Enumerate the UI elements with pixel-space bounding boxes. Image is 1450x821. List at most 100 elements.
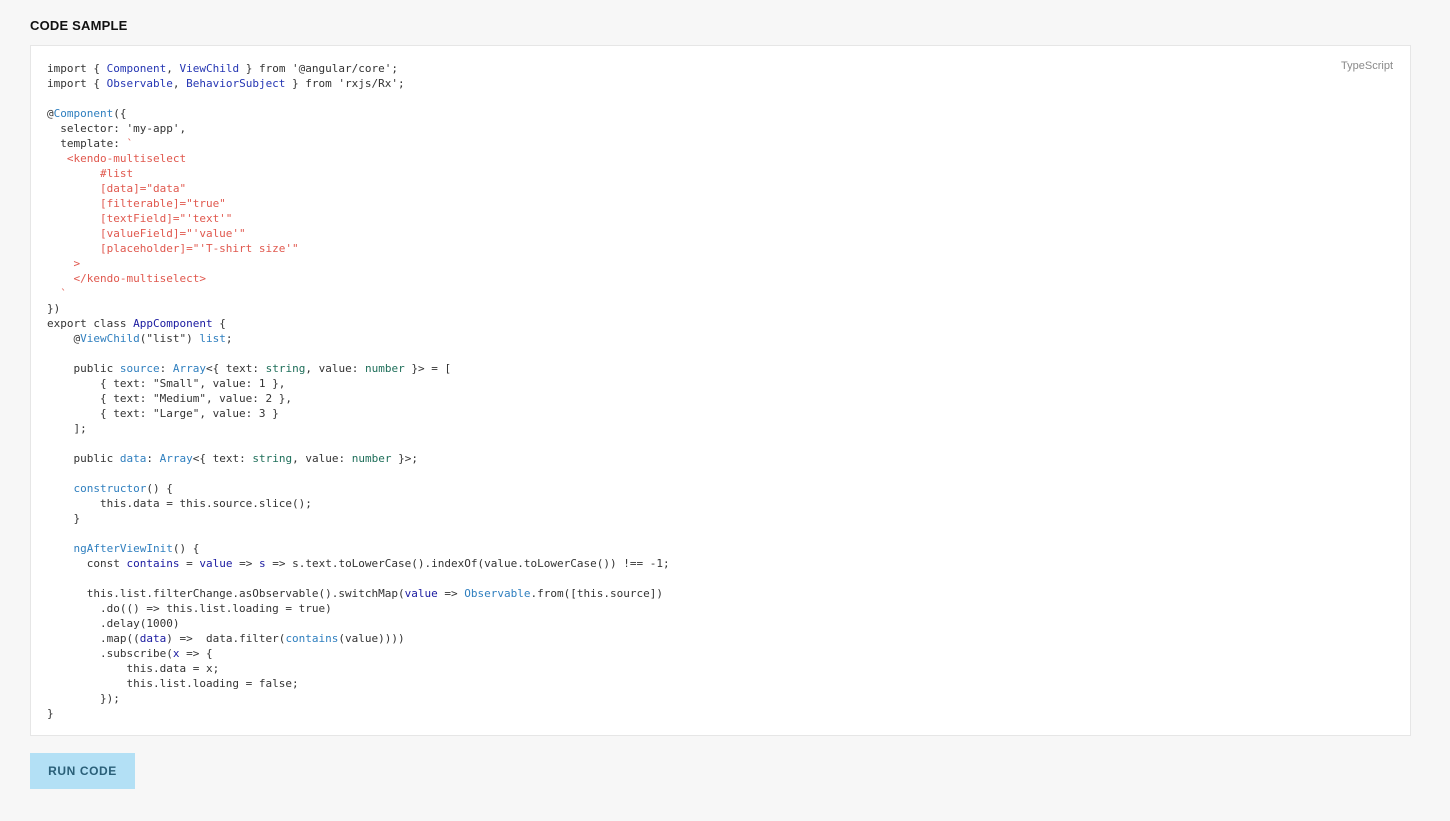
code-token: });	[47, 692, 120, 705]
code-token: { text: "Small", value: 1 },	[47, 377, 286, 390]
code-token: value	[199, 557, 233, 570]
code-token: {	[212, 317, 226, 330]
code-token: Array	[159, 452, 193, 465]
code-token: this.data = x;	[47, 662, 220, 675]
code-token: s	[258, 557, 266, 570]
code-token: [filterable]="true"	[47, 197, 226, 210]
code-token: const	[47, 557, 127, 570]
code-token: #list	[47, 167, 134, 180]
code-token: =>	[437, 587, 465, 600]
code-token: Component	[53, 107, 114, 120]
code-line: [data]="data"	[47, 181, 670, 196]
code-line: this.data = x;	[47, 661, 670, 676]
code-line: this.list.loading = false;	[47, 676, 670, 691]
code-token: }>;	[391, 452, 418, 465]
code-token: number	[351, 452, 392, 465]
code-line: { text: "Medium", value: 2 },	[47, 391, 670, 406]
code-line: .do(() => this.list.loading = true)	[47, 601, 670, 616]
code-token: `	[47, 287, 67, 300]
code-token: ;	[225, 332, 233, 345]
code-token: number	[364, 362, 405, 375]
code-token: source	[119, 362, 160, 375]
code-token: selector: 'my-app',	[47, 122, 187, 135]
code-token: value	[404, 587, 438, 600]
code-line: ];	[47, 421, 670, 436]
code-line: { text: "Small", value: 1 },	[47, 376, 670, 391]
code-token: ,	[166, 62, 180, 75]
code-token: [placeholder]="'T-shirt size'"	[47, 242, 299, 255]
code-line: .map((data) => data.filter(contains(valu…	[47, 631, 670, 646]
code-token: constructor	[73, 482, 147, 495]
code-panel: TypeScript import { Component, ViewChild…	[30, 45, 1411, 736]
code-line: >	[47, 256, 670, 271]
code-token: } from '@angular/core';	[239, 62, 399, 75]
code-line: </kendo-multiselect>	[47, 271, 670, 286]
code-token: ("list")	[139, 332, 200, 345]
code-token: public	[47, 452, 120, 465]
run-code-button[interactable]: RUN CODE	[30, 753, 135, 789]
code-token: </kendo-multiselect>	[47, 272, 206, 285]
code-line: import { Observable, BehaviorSubject } f…	[47, 76, 670, 91]
code-token: =	[179, 557, 200, 570]
code-line: public source: Array<{ text: string, val…	[47, 361, 670, 376]
code-line: [filterable]="true"	[47, 196, 670, 211]
section-title: CODE SAMPLE	[30, 18, 128, 33]
code-token: ({	[113, 107, 127, 120]
code-line: [valueField]="'value'"	[47, 226, 670, 241]
code-line: }	[47, 706, 670, 721]
code-token: string	[252, 452, 293, 465]
code-token: , value:	[305, 362, 365, 375]
code-token: })	[47, 302, 61, 315]
code-token: public	[47, 362, 120, 375]
code-token: Component	[106, 62, 167, 75]
code-token: <{ text:	[205, 362, 266, 375]
code-token: ,	[172, 77, 187, 90]
code-line: { text: "Large", value: 3 }	[47, 406, 670, 421]
code-token: AppComponent	[133, 317, 213, 330]
code-token: contains	[285, 632, 339, 645]
code-line: const contains = value => s => s.text.to…	[47, 556, 670, 571]
code-token: Observable	[464, 587, 531, 600]
code-token: =>	[232, 557, 259, 570]
code-token: .subscribe(	[47, 647, 173, 660]
code-token: this.list.loading = false;	[47, 677, 299, 690]
code-token: import {	[47, 62, 107, 75]
code-token: .do(() => this.list.loading = true)	[47, 602, 332, 615]
code-token: template:	[47, 137, 127, 150]
code-token: ViewChild	[179, 62, 240, 75]
code-line: this.data = this.source.slice();	[47, 496, 670, 511]
code-token: this.list.filterChange.asObservable().sw…	[47, 587, 405, 600]
code-line: });	[47, 691, 670, 706]
code-token: <{ text:	[192, 452, 253, 465]
code-token: , value:	[292, 452, 352, 465]
code-token: (value))))	[338, 632, 405, 645]
code-token: ];	[47, 422, 87, 435]
code-line: #list	[47, 166, 670, 181]
code-token: [textField]="'text'"	[47, 212, 233, 225]
code-token: }> = [	[404, 362, 452, 375]
code-token: list	[199, 332, 226, 345]
code-token: this.data = this.source.slice();	[47, 497, 312, 510]
code-line: @Component({	[47, 106, 670, 121]
code-token: .from([this.source])	[530, 587, 663, 600]
code-line: })	[47, 301, 670, 316]
code-token: ngAfterViewInit	[73, 542, 173, 555]
code-line: [textField]="'text'"	[47, 211, 670, 226]
code-token: ) => data.filter(	[166, 632, 286, 645]
code-token: Array	[172, 362, 206, 375]
code-token: string	[265, 362, 306, 375]
language-badge: TypeScript	[1341, 60, 1393, 72]
code-token: data	[139, 632, 167, 645]
code-token: () {	[172, 542, 200, 555]
code-token: Observable	[106, 77, 173, 90]
code-token: .delay(1000)	[47, 617, 180, 630]
code-token: [data]="data"	[47, 182, 187, 195]
code-line: }	[47, 511, 670, 526]
code-block: import { Component, ViewChild } from '@a…	[47, 61, 670, 721]
